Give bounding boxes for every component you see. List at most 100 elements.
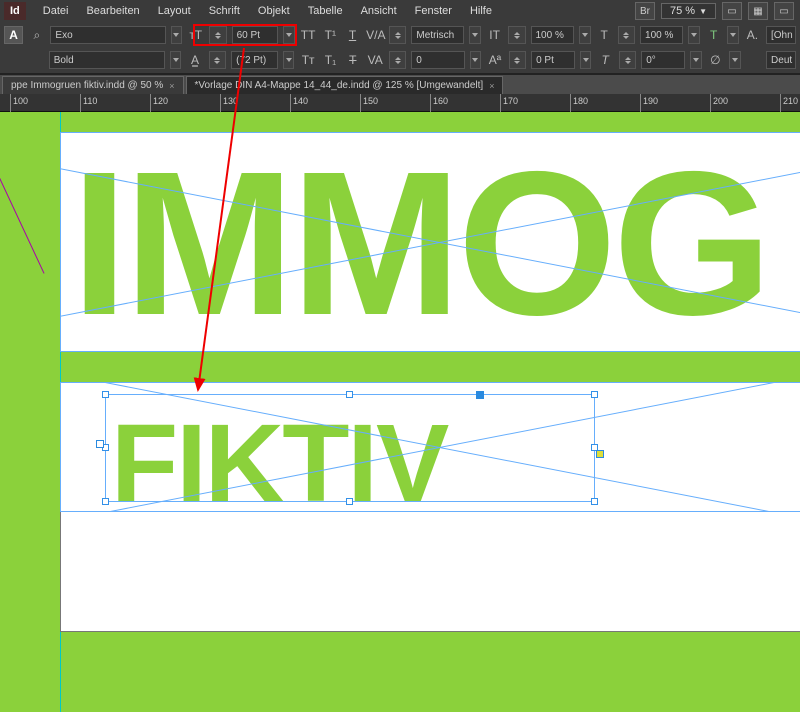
character-mode-icon[interactable]: A xyxy=(4,26,23,44)
kerning-icon: V/A xyxy=(366,28,384,42)
allcaps-icon[interactable]: TT xyxy=(300,28,317,42)
baseline-spinner[interactable] xyxy=(509,51,526,69)
frame-outline xyxy=(60,132,800,352)
fill-color-icon[interactable]: T xyxy=(705,28,722,42)
hscale-icon: T xyxy=(596,28,613,42)
menu-tabelle[interactable]: Tabelle xyxy=(299,1,352,21)
resize-handle[interactable] xyxy=(102,498,109,505)
leading-icon: A͇ xyxy=(186,53,203,67)
kerning-field[interactable]: Metrisch xyxy=(411,26,464,44)
font-size-field[interactable]: 60 Pt xyxy=(232,26,278,44)
document-tabs: ppe Immogruen fiktiv.indd @ 50 %× *Vorla… xyxy=(0,74,800,94)
screen-mode-button[interactable]: ▭ xyxy=(722,2,742,20)
leading-spinner[interactable] xyxy=(209,51,226,69)
zoom-value: 75 % xyxy=(670,5,695,17)
font-size-icon: тT xyxy=(187,28,204,42)
skew-spinner[interactable] xyxy=(619,51,636,69)
selected-frame[interactable] xyxy=(105,394,595,502)
resize-handle[interactable] xyxy=(102,391,109,398)
zoom-dropdown[interactable]: 75 %▼ xyxy=(661,3,716,19)
menu-bearbeiten[interactable]: Bearbeiten xyxy=(77,1,148,21)
superscript-icon[interactable]: T¹ xyxy=(322,28,339,42)
fill-color-dropdown[interactable] xyxy=(727,26,739,44)
resize-handle[interactable] xyxy=(591,391,598,398)
kerning-dropdown[interactable] xyxy=(469,26,481,44)
close-icon[interactable]: × xyxy=(169,81,174,91)
ruler-tick: 100 xyxy=(10,94,28,112)
font-size-spinner[interactable] xyxy=(209,26,226,44)
arrange-button[interactable]: ▦ xyxy=(748,2,768,20)
guide-diagonal xyxy=(0,92,45,274)
baseline-icon: Aª xyxy=(486,53,503,67)
stroke-color-dropdown[interactable] xyxy=(729,51,741,69)
menu-hilfe[interactable]: Hilfe xyxy=(461,1,501,21)
ruler-tick: 180 xyxy=(570,94,588,112)
baseline-dropdown[interactable] xyxy=(580,51,592,69)
menu-fenster[interactable]: Fenster xyxy=(406,1,461,21)
ruler-tick: 120 xyxy=(150,94,168,112)
close-icon[interactable]: × xyxy=(489,81,494,91)
resize-handle[interactable] xyxy=(346,391,353,398)
hscale-field[interactable]: 100 % xyxy=(640,26,683,44)
menu-bar: Id Datei Bearbeiten Layout Schrift Objek… xyxy=(0,0,800,22)
ruler-tick: 190 xyxy=(640,94,658,112)
ruler-tick: 160 xyxy=(430,94,448,112)
search-icon: ⌕ xyxy=(28,28,45,43)
horizontal-ruler[interactable]: 100 110 120 130 140 150 160 170 180 190 … xyxy=(0,94,800,112)
tracking-field[interactable]: 0 xyxy=(411,51,464,69)
skew-dropdown[interactable] xyxy=(690,51,702,69)
vscale-spinner[interactable] xyxy=(508,26,525,44)
nofill-icon[interactable]: ∅ xyxy=(707,53,724,67)
char-style-field[interactable]: [Ohn xyxy=(766,26,796,44)
leading-field[interactable]: (72 Pt) xyxy=(231,51,278,69)
resize-handle[interactable] xyxy=(591,498,598,505)
document-tab-active[interactable]: *Vorlage DIN A4-Mappe 14_44_de.indd @ 12… xyxy=(186,76,504,94)
ruler-tick: 170 xyxy=(500,94,518,112)
underline-icon[interactable]: T xyxy=(344,28,361,42)
font-family-dropdown[interactable] xyxy=(171,26,183,44)
bridge-button[interactable]: Br xyxy=(635,2,655,20)
subscript-icon[interactable]: T₁ xyxy=(322,53,339,67)
vscale-dropdown[interactable] xyxy=(579,26,591,44)
font-size-dropdown[interactable] xyxy=(283,26,295,44)
tracking-icon: VA xyxy=(367,53,384,67)
strikethrough-icon[interactable]: T xyxy=(344,53,361,67)
ruler-tick: 110 xyxy=(80,94,97,112)
control-panel: A ⌕ Exo тT 60 Pt TT T¹ T V/A Metrisch IT… xyxy=(0,22,800,74)
smallcaps-icon[interactable]: Tᴛ xyxy=(299,53,316,67)
ruler-tick: 130 xyxy=(220,94,238,112)
baseline-field[interactable]: 0 Pt xyxy=(531,51,575,69)
app-logo: Id xyxy=(4,2,26,20)
menu-objekt[interactable]: Objekt xyxy=(249,1,299,21)
hscale-dropdown[interactable] xyxy=(688,26,700,44)
ruler-tick: 200 xyxy=(710,94,728,112)
language-field[interactable]: Deut xyxy=(766,51,796,69)
tracking-dropdown[interactable] xyxy=(470,51,482,69)
char-style-icon[interactable]: A. xyxy=(744,28,761,42)
view-button[interactable]: ▭ xyxy=(774,2,794,20)
skew-field[interactable]: 0° xyxy=(641,51,685,69)
in-port-icon[interactable] xyxy=(96,440,104,448)
font-style-dropdown[interactable] xyxy=(170,51,182,69)
tab-label: *Vorlage DIN A4-Mappe 14_44_de.indd @ 12… xyxy=(195,80,484,91)
skew-icon: T xyxy=(596,53,613,67)
vscale-field[interactable]: 100 % xyxy=(531,26,574,44)
font-style-field[interactable]: Bold xyxy=(49,51,165,69)
leading-dropdown[interactable] xyxy=(283,51,295,69)
tracking-spinner[interactable] xyxy=(389,51,406,69)
ruler-tick: 210 xyxy=(780,94,798,112)
out-port-icon[interactable] xyxy=(596,450,604,458)
font-family-field[interactable]: Exo xyxy=(50,26,165,44)
document-tab[interactable]: ppe Immogruen fiktiv.indd @ 50 %× xyxy=(2,76,184,94)
menu-datei[interactable]: Datei xyxy=(34,1,78,21)
in-port-icon[interactable] xyxy=(476,391,484,399)
ruler-tick: 140 xyxy=(290,94,308,112)
resize-handle[interactable] xyxy=(346,498,353,505)
menu-layout[interactable]: Layout xyxy=(149,1,200,21)
menu-ansicht[interactable]: Ansicht xyxy=(352,1,406,21)
kerning-spinner[interactable] xyxy=(389,26,406,44)
document-canvas[interactable]: IMMOG FIKTIV xyxy=(0,112,800,712)
vscale-icon: IT xyxy=(486,28,503,42)
menu-schrift[interactable]: Schrift xyxy=(200,1,249,21)
hscale-spinner[interactable] xyxy=(618,26,635,44)
